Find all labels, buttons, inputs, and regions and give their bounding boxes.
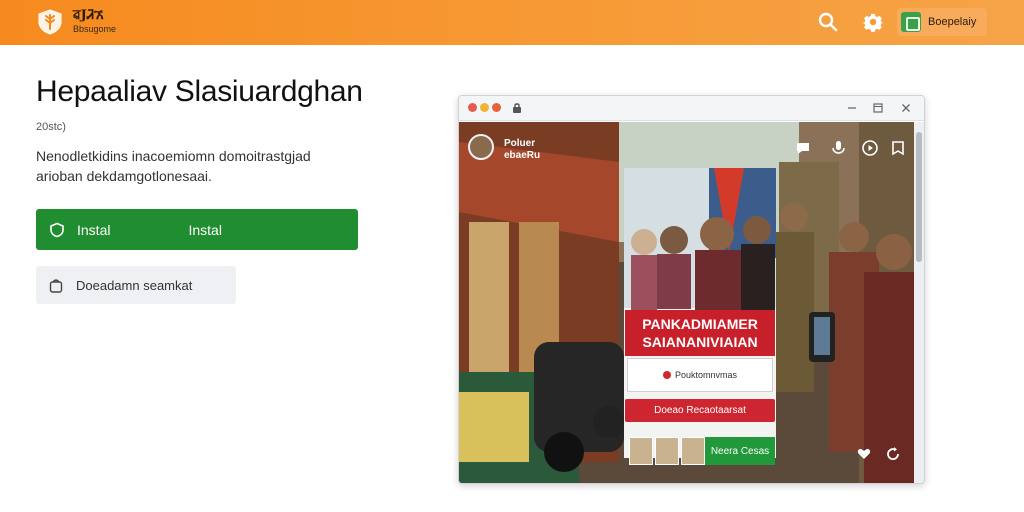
install-label-secondary: Instal [188, 221, 222, 238]
app-description: Nenodletkidins inacoemiomn domoitrastgja… [36, 148, 311, 184]
logo-subtitle: Bbsugome [73, 24, 117, 34]
card-action-button[interactable]: Doeao Recaotaarsat [625, 399, 775, 422]
card-title: PANKADMIAMER SAIANANIVIAIAN [625, 310, 775, 356]
header-action-button[interactable]: Boepelaiy [897, 8, 987, 36]
window-titlebar [459, 96, 924, 121]
wheat-shield-icon[interactable] [36, 8, 64, 36]
page-title: Hepaaliav Slasiuardghan [36, 75, 363, 108]
secondary-button-label: Doeadamn seamkat [76, 277, 193, 293]
card-field-text: Pouktomnvmas [674, 370, 738, 380]
chat-icon[interactable] [794, 139, 812, 157]
pin-icon [662, 371, 671, 379]
card-input-field[interactable]: Pouktomnvmas [627, 358, 773, 392]
minimize-icon[interactable] [845, 101, 859, 115]
play-icon[interactable] [861, 139, 879, 157]
install-label: Instal [77, 221, 111, 238]
secondary-button[interactable]: Doeadamn seamkat [36, 266, 236, 304]
install-button[interactable]: Instal Instal [36, 209, 358, 250]
app-header: ৱJᏘኧ Bbsugome Boepelaiy [0, 0, 1024, 45]
thumbnail[interactable] [655, 437, 679, 465]
thumbnail[interactable] [681, 437, 705, 465]
shield-icon [50, 222, 64, 237]
app-badge-icon [901, 12, 921, 32]
bookmark-icon[interactable] [889, 139, 907, 157]
gear-icon[interactable] [862, 11, 884, 33]
version-text: 20stc) [36, 121, 66, 133]
thumbnail[interactable] [629, 437, 653, 465]
thumbnail-strip [629, 437, 705, 465]
window-dot-yellow[interactable] [480, 103, 489, 112]
close-icon[interactable] [899, 101, 913, 115]
bag-icon [49, 278, 63, 293]
overlay-text-line-2: ebaeRu [504, 150, 541, 161]
scrollbar-thumb[interactable] [916, 132, 922, 262]
overlay-top-text: Poluer ebaeRu [504, 138, 540, 162]
lock-icon [513, 103, 521, 113]
preview-window: Poluer ebaeRu PANKADMIAMER SAIANANIVIAIA… [458, 95, 925, 484]
preview-scene-image [459, 122, 914, 483]
search-icon[interactable] [817, 11, 839, 33]
refresh-icon[interactable] [885, 446, 901, 462]
green-chip-button[interactable]: Neera Cesas [705, 437, 775, 465]
mic-icon[interactable] [829, 139, 847, 157]
avatar[interactable] [468, 134, 494, 160]
window-dot-orange[interactable] [492, 103, 501, 112]
header-action-label: Boepelaiy [928, 16, 977, 28]
heart-icon[interactable] [856, 446, 872, 462]
overlay-text-line-1: Poluer [504, 138, 536, 149]
logo-title: ৱJᏘኧ [73, 8, 104, 23]
logo-text: ৱJᏘኧ Bbsugome [73, 9, 116, 34]
window-dot-red[interactable] [468, 103, 477, 112]
maximize-icon[interactable] [871, 101, 885, 115]
